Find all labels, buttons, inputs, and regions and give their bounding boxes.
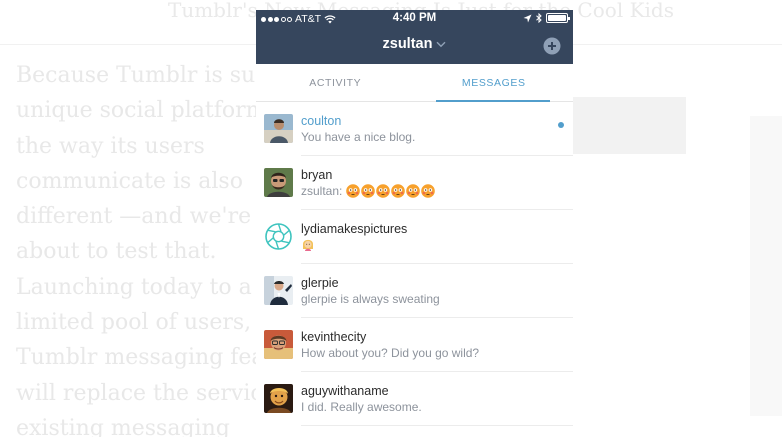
background-sidebar-placeholder xyxy=(750,116,782,416)
conversation-list: coulton You have a nice blog. bryan zsul… xyxy=(256,102,573,426)
unread-indicator xyxy=(558,122,564,128)
nav-bar: zsultan xyxy=(256,28,573,64)
conversation-name: kevinthecity xyxy=(301,330,367,344)
avatar xyxy=(264,276,293,305)
account-name: zsultan xyxy=(382,36,433,52)
conversation-name: glerpie xyxy=(301,276,339,290)
tab-bar: ACTIVITY MESSAGES xyxy=(256,64,573,102)
top-bar: AT&T 4:40 PM zsultan xyxy=(256,10,573,64)
conversation-name: bryan xyxy=(301,168,333,182)
conversation-item-kevinthecity[interactable]: kevinthecity How about you? Did you go w… xyxy=(256,318,573,372)
status-bar: AT&T 4:40 PM xyxy=(256,10,573,28)
chevron-down-icon xyxy=(436,41,446,47)
avatar xyxy=(264,330,293,359)
conversation-snippet: You have a nice blog. xyxy=(301,130,416,144)
conversation-snippet: How about you? Did you go wild? xyxy=(301,346,480,360)
conversation-item-lydiamakespictures[interactable]: lydiamakespictures xyxy=(256,210,573,264)
battery-icon xyxy=(546,13,570,23)
account-switcher[interactable]: zsultan xyxy=(256,36,573,52)
compose-icon[interactable] xyxy=(543,37,561,55)
conversation-snippet: zsultan: xyxy=(301,183,553,199)
conversation-snippet: glerpie is always sweating xyxy=(301,292,440,306)
conversation-snippet xyxy=(301,237,553,251)
conversation-snippet: I did. Really awesome. xyxy=(301,400,422,414)
avatar xyxy=(264,384,293,413)
phone-screen: AT&T 4:40 PM zsultan ACTIVITY MESSAGES c… xyxy=(256,10,573,437)
avatar xyxy=(264,168,293,197)
flushed-face-emoji xyxy=(391,184,406,198)
flushed-face-emoji xyxy=(376,184,391,198)
flushed-face-emoji-group xyxy=(346,184,436,198)
conversation-item-coulton[interactable]: coulton You have a nice blog. xyxy=(256,102,573,156)
snippet-sender: zsultan: xyxy=(301,184,343,198)
conversation-name: coulton xyxy=(301,114,342,128)
background-image-placeholder xyxy=(572,97,686,154)
flushed-face-emoji xyxy=(361,184,376,198)
person-emoji xyxy=(303,239,313,251)
conversation-item-glerpie[interactable]: glerpie glerpie is always sweating xyxy=(256,264,573,318)
location-arrow-icon xyxy=(523,14,532,22)
bluetooth-icon xyxy=(536,13,542,23)
conversation-item-bryan[interactable]: bryan zsultan: xyxy=(256,156,573,210)
tab-activity[interactable]: ACTIVITY xyxy=(256,64,415,101)
avatar xyxy=(264,114,293,143)
flushed-face-emoji xyxy=(346,184,361,198)
conversation-name: lydiamakespictures xyxy=(301,222,408,236)
flushed-face-emoji xyxy=(421,184,436,198)
flushed-face-emoji xyxy=(406,184,421,198)
conversation-item-aguywithaname[interactable]: aguywithaname I did. Really awesome. xyxy=(256,372,573,426)
avatar xyxy=(264,222,293,251)
aperture-logo-icon xyxy=(264,222,293,251)
conversation-name: aguywithaname xyxy=(301,384,389,398)
tab-messages[interactable]: MESSAGES xyxy=(415,64,574,101)
